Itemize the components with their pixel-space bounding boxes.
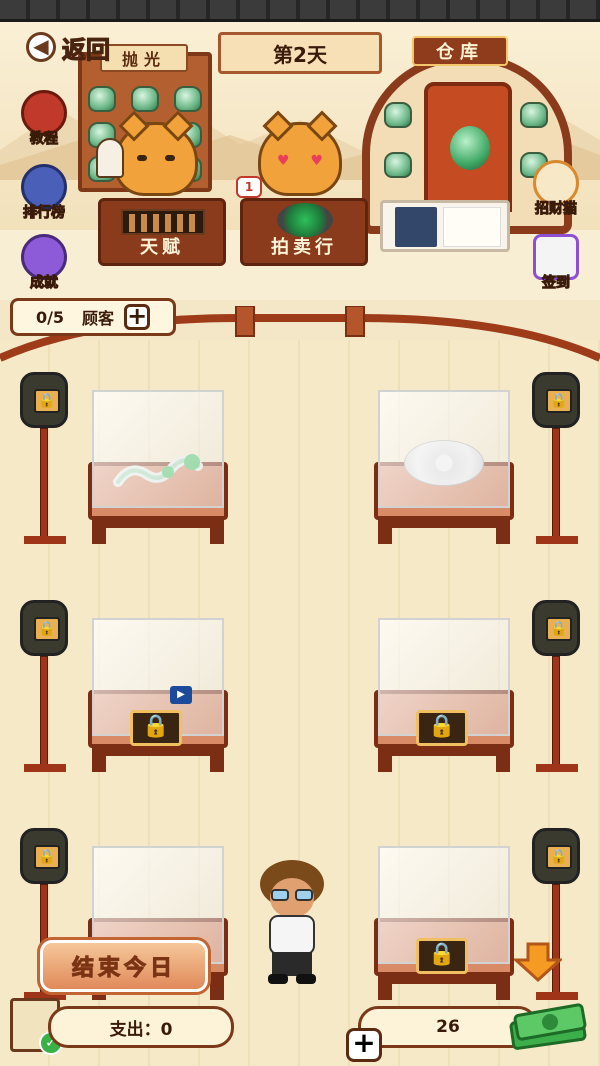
lock-icon: 🔒 xyxy=(546,845,572,869)
jade-jar xyxy=(174,86,202,112)
customer-counter: 0/5 顾客 + xyxy=(10,298,176,336)
warehouse-button[interactable]: 仓库 xyxy=(412,36,508,66)
padlock-icon: 🔒 xyxy=(416,938,468,974)
talent-label: 天赋 xyxy=(140,237,184,258)
cat-auctioneer[interactable]: ♥ ♥ 1 xyxy=(236,110,354,208)
shop-counter: 天赋 拍卖行 xyxy=(90,198,370,268)
lucky-cat-button[interactable]: 招财猫 xyxy=(526,160,586,220)
customer-label: 顾客 xyxy=(82,309,115,328)
back-button[interactable]: ◀ 返回 xyxy=(8,28,128,66)
roof-tiles xyxy=(0,0,600,22)
auction-button[interactable]: 拍卖行 xyxy=(240,198,368,266)
cat-polisher[interactable] xyxy=(96,110,216,208)
jade-jar xyxy=(384,102,412,128)
scroll-down-arrow-icon[interactable] xyxy=(514,942,562,982)
locked-lamp[interactable]: 🔒 xyxy=(532,828,586,1018)
locked-lamp[interactable]: 🔒 xyxy=(20,372,74,562)
customer-count: 0/5 xyxy=(35,307,65,327)
locked-lamp[interactable]: 🔒 xyxy=(532,372,586,562)
display-case-jade-dragon[interactable] xyxy=(88,390,228,556)
checkin-label: 签到 xyxy=(542,275,571,292)
padlock-icon: 🔒 xyxy=(416,710,468,746)
display-case-bi-disc[interactable] xyxy=(374,390,514,556)
talent-button[interactable]: 天赋 xyxy=(98,198,226,266)
jade-jar xyxy=(131,86,159,112)
checkin-button[interactable]: 签到 xyxy=(526,234,586,294)
back-arrow-icon: ◀ xyxy=(26,32,56,62)
end-day-button[interactable]: 结束今日 xyxy=(40,940,208,992)
raw-jade-icon xyxy=(277,203,333,237)
add-money-button[interactable]: + xyxy=(346,1028,382,1062)
shopkeeper-character[interactable] xyxy=(250,858,334,988)
ranking-label: 排行榜 xyxy=(23,205,66,222)
cat-head xyxy=(114,110,198,196)
tutorial-label: 教程 xyxy=(30,131,59,148)
ledger-book[interactable] xyxy=(380,200,510,252)
lock-icon: 🔒 xyxy=(34,389,60,413)
jade-jar xyxy=(88,86,116,112)
cash-stack-icon xyxy=(509,1003,587,1050)
achievement-label: 成就 xyxy=(30,275,59,292)
jade-jar xyxy=(384,152,412,178)
back-label: 返回 xyxy=(61,35,110,64)
lucky-cat-label: 招财猫 xyxy=(535,201,578,218)
display-case-locked[interactable]: 🔒 xyxy=(374,618,514,784)
ranking-button[interactable]: 排行榜 xyxy=(14,164,74,224)
notification-badge[interactable]: 1 xyxy=(236,176,262,198)
day-counter: 第2天 xyxy=(218,32,382,74)
display-case-locked[interactable]: 🔒 xyxy=(374,846,514,1012)
book-page xyxy=(443,207,501,247)
video-ad-icon: ▶ xyxy=(170,686,192,704)
fan-icon xyxy=(96,138,124,178)
add-customer-button[interactable]: + xyxy=(124,304,151,330)
lock-icon: 🔒 xyxy=(546,389,572,413)
jade-ornament xyxy=(450,126,490,170)
achievement-button[interactable]: 成就 xyxy=(14,234,74,294)
tutorial-button[interactable]: 教程 xyxy=(14,90,74,150)
padlock-icon: 🔒 xyxy=(130,710,182,746)
lock-icon: 🔒 xyxy=(34,845,60,869)
display-case-locked-video[interactable]: 🔒 ▶ xyxy=(88,618,228,784)
abacus-icon xyxy=(121,209,205,235)
expense-display: 支出：0 xyxy=(48,1006,234,1048)
locked-lamp[interactable]: 🔒 xyxy=(532,600,586,790)
locked-lamp[interactable]: 🔒 xyxy=(20,600,74,790)
lock-icon: 🔒 xyxy=(34,617,60,641)
jade-jar xyxy=(520,102,548,128)
warehouse-door xyxy=(424,82,512,212)
auction-label: 拍卖行 xyxy=(271,237,337,258)
lock-icon: 🔒 xyxy=(546,617,572,641)
cat-head: ♥ ♥ xyxy=(258,110,342,196)
book-cover-icon xyxy=(395,207,437,247)
